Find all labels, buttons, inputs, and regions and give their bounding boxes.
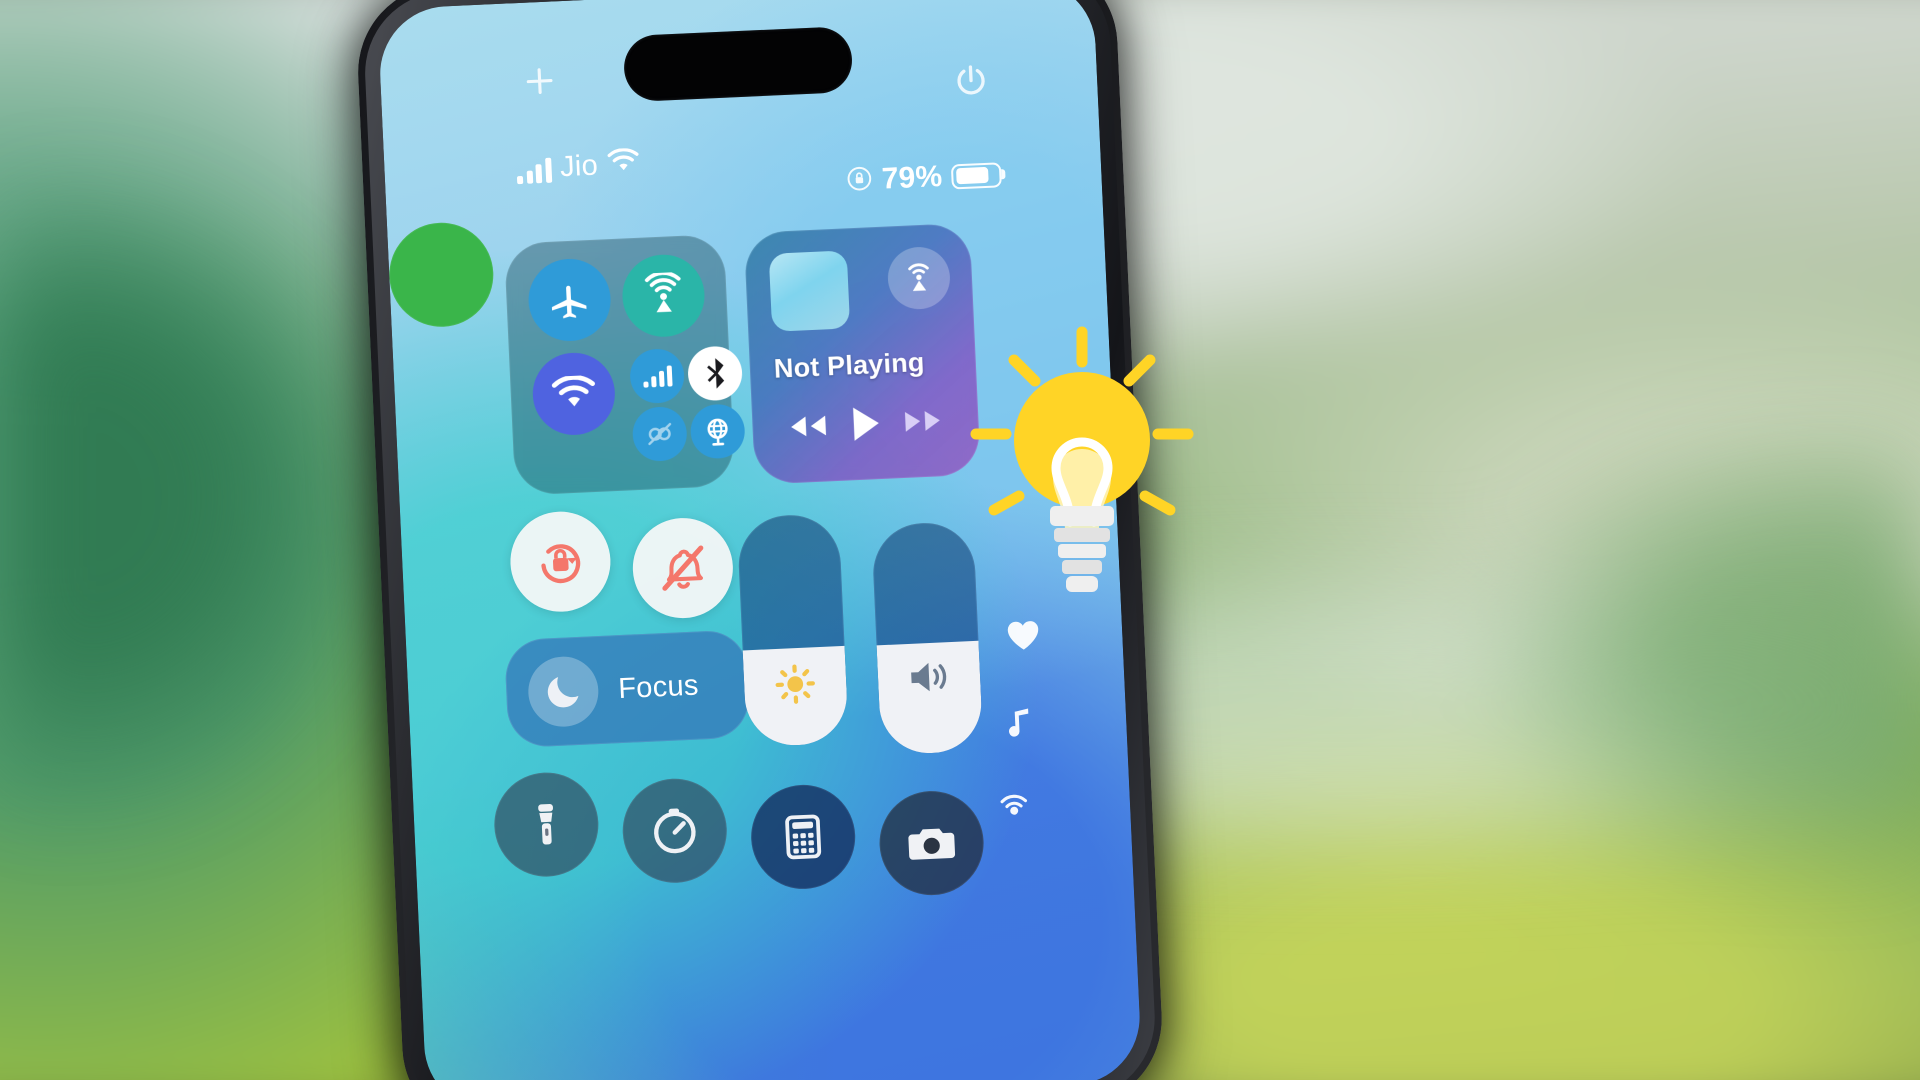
- airdrop-off-toggle[interactable]: [631, 405, 688, 463]
- status-bar-right: 79%: [846, 157, 1002, 198]
- airplay-icon[interactable]: [886, 245, 952, 311]
- brightness-slider-fill: [742, 646, 849, 748]
- bluetooth-toggle[interactable]: [686, 345, 744, 402]
- camera-button[interactable]: [877, 788, 986, 898]
- add-control-button[interactable]: [522, 63, 558, 104]
- rewind-button[interactable]: [784, 408, 831, 444]
- battery-icon: [950, 161, 1002, 190]
- rotation-lock-toggle[interactable]: [508, 509, 613, 614]
- personal-hotspot-toggle[interactable]: [689, 403, 746, 460]
- hearing-icon[interactable]: [993, 786, 1035, 829]
- media-transport-controls: [772, 399, 960, 447]
- connectivity-module: [503, 233, 746, 496]
- cellular-data-toggle[interactable]: [628, 347, 686, 405]
- cellular-bars-icon: [516, 157, 552, 185]
- silent-mode-toggle[interactable]: [630, 515, 736, 621]
- speaker-icon: [905, 656, 953, 703]
- lightbulb-base: [1050, 506, 1114, 592]
- media-status-label: Not Playing: [773, 346, 926, 384]
- focus-button[interactable]: Focus: [503, 629, 751, 749]
- wifi-toggle[interactable]: [531, 351, 617, 437]
- music-note-icon[interactable]: [1001, 704, 1035, 746]
- timer-button[interactable]: [620, 776, 730, 886]
- battery-percent-label: 79%: [881, 159, 944, 196]
- power-icon[interactable]: [952, 62, 990, 105]
- wifi-icon: [606, 148, 641, 181]
- dynamic-island: [622, 25, 854, 103]
- play-button[interactable]: [847, 403, 885, 445]
- moon-icon: [526, 655, 600, 729]
- album-art-placeholder: [768, 250, 851, 332]
- forward-button[interactable]: [900, 403, 947, 439]
- heart-icon[interactable]: [1003, 616, 1043, 659]
- lightbulb-icon: [966, 322, 1198, 612]
- sun-icon: [772, 662, 818, 713]
- media-player-module[interactable]: Not Playing: [743, 222, 981, 485]
- green-app-button[interactable]: [386, 220, 496, 330]
- status-bar-left: Jio: [516, 148, 642, 185]
- volume-slider-fill: [876, 640, 984, 756]
- airplane-mode-toggle[interactable]: [526, 257, 613, 343]
- airdrop-toggle[interactable]: [620, 252, 707, 339]
- brightness-slider[interactable]: [736, 512, 849, 748]
- calculator-button[interactable]: [748, 782, 858, 892]
- carrier-label: Jio: [559, 149, 599, 184]
- focus-label: Focus: [617, 669, 700, 705]
- rotation-lock-icon: [846, 165, 873, 197]
- flashlight-button[interactable]: [492, 770, 601, 879]
